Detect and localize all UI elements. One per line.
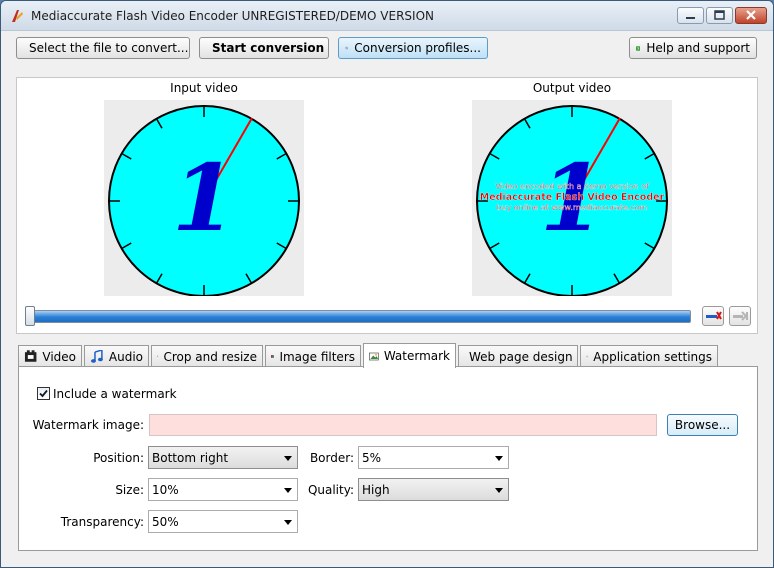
main-window: Mediaccurate Flash Video Encoder UNREGIS… [0, 0, 774, 568]
transparency-value: 50% [152, 515, 179, 529]
border-label: Border: [309, 451, 354, 465]
tab-web-page-design[interactable]: Web page design [458, 345, 578, 367]
chevron-down-icon [495, 456, 503, 461]
include-watermark-checkbox[interactable] [37, 387, 50, 400]
title-bar: Mediaccurate Flash Video Encoder UNREGIS… [1, 1, 773, 31]
window-title: Mediaccurate Flash Video Encoder UNREGIS… [31, 9, 434, 23]
trim-end-icon [706, 311, 722, 320]
maximize-icon [714, 10, 725, 20]
tab-image-filters[interactable]: Image filters [265, 345, 361, 367]
watermark-image-label: Watermark image: [32, 418, 144, 432]
minimize-icon [686, 17, 695, 19]
tab-video[interactable]: Video [18, 345, 82, 367]
seek-bar-thumb[interactable] [25, 306, 35, 326]
size-dropdown[interactable]: 10% [148, 478, 298, 501]
demo-watermark-line-3: buy online at www.mediaccurate.com [496, 203, 647, 212]
input-clock-digit: 1 [172, 144, 236, 252]
size-value: 10% [152, 483, 179, 497]
tab-watermark[interactable]: Watermark [363, 343, 456, 368]
quality-label: Quality: [307, 483, 354, 497]
start-conversion-label: Start conversion [212, 41, 325, 55]
mark-out-button[interactable] [702, 306, 724, 326]
tab-crop-resize-label: Crop and resize [163, 349, 257, 364]
tab-application-settings-label: Application settings [593, 349, 712, 364]
select-file-button[interactable]: Select the file to convert... [16, 37, 190, 59]
include-watermark-label: Include a watermark [53, 387, 177, 401]
transparency-label: Transparency: [60, 515, 144, 529]
maximize-button[interactable] [706, 7, 733, 24]
gear-icon [345, 46, 349, 50]
chevron-down-icon [284, 456, 292, 461]
input-video-frame: 1 [104, 100, 304, 297]
border-value: 5% [362, 451, 382, 465]
output-video-frame: 1 Video encoded with a demo version of M… [472, 100, 672, 297]
transparency-dropdown[interactable]: 50% [148, 510, 298, 533]
size-label: Size: [115, 483, 144, 497]
video-preview-area: Input video Output video 1 1 Video encod… [16, 77, 758, 334]
help-icon: ? [636, 45, 641, 50]
gear-icon [586, 355, 589, 358]
seek-bar-track[interactable] [28, 310, 691, 323]
help-support-button[interactable]: ? Help and support [629, 37, 757, 59]
tab-web-page-design-label: Web page design [469, 349, 573, 364]
output-video-label: Output video [532, 81, 612, 95]
picture-icon [369, 352, 379, 360]
checkmark-icon [39, 389, 48, 398]
quality-dropdown[interactable]: High [358, 478, 509, 501]
output-clock-image: 1 Video encoded with a demo version of M… [476, 105, 668, 297]
tab-crop-resize[interactable]: Crop and resize [151, 345, 263, 367]
app-icon [12, 10, 23, 22]
close-button[interactable] [735, 7, 767, 24]
minimize-button[interactable] [677, 7, 704, 24]
conversion-profiles-button[interactable]: Conversion profiles... [338, 37, 488, 59]
trim-start-icon [733, 311, 748, 321]
start-conversion-button[interactable]: Start conversion [199, 37, 329, 59]
window-controls [677, 7, 767, 24]
mark-in-button[interactable] [729, 306, 751, 326]
close-icon [746, 10, 756, 20]
svg-text:?: ? [637, 46, 639, 50]
position-label: Position: [93, 451, 144, 465]
position-dropdown[interactable]: Bottom right [148, 446, 298, 469]
film-icon [24, 350, 37, 362]
watermark-image-field[interactable] [149, 414, 657, 436]
conversion-profiles-label: Conversion profiles... [354, 41, 481, 55]
color-bars-icon [271, 355, 275, 358]
chevron-down-icon [495, 488, 503, 493]
tab-video-label: Video [42, 349, 76, 364]
chevron-down-icon [284, 520, 292, 525]
tab-audio[interactable]: Audio [84, 345, 149, 367]
tab-image-filters-label: Image filters [279, 349, 355, 364]
input-video-label: Input video [170, 81, 238, 95]
music-note-icon [90, 350, 103, 363]
browse-button[interactable]: Browse... [667, 414, 738, 436]
select-file-label: Select the file to convert... [29, 41, 189, 55]
border-dropdown[interactable]: 5% [358, 446, 509, 469]
help-support-label: Help and support [646, 41, 750, 55]
tab-watermark-label: Watermark [383, 349, 450, 363]
input-clock-image: 1 [108, 105, 300, 297]
position-value: Bottom right [152, 451, 229, 465]
toolbar: Select the file to convert... Start conv… [1, 31, 773, 71]
demo-watermark-line-1: Video encoded with a demo version of [495, 182, 649, 191]
tab-application-settings[interactable]: Application settings [580, 345, 718, 367]
demo-watermark-line-2: Mediaccurate Flash Video Encoder [480, 192, 665, 203]
tab-audio-label: Audio [108, 349, 143, 364]
quality-value: High [362, 483, 390, 497]
crop-icon [157, 355, 159, 358]
